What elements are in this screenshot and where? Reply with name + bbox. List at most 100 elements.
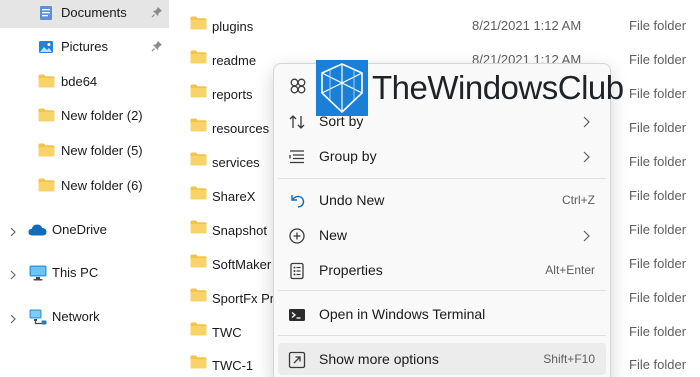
pictures-icon (38, 39, 54, 58)
file-date: 8/21/2021 1:12 AM (472, 18, 582, 33)
chevron-right-icon[interactable] (9, 268, 17, 283)
view-options-icon[interactable] (286, 74, 310, 98)
file-type: File folder (629, 18, 687, 33)
nav-item-label: New folder (6) (61, 178, 143, 193)
nav-item-this-pc[interactable]: This PC (0, 258, 169, 288)
nav-item-label: This PC (52, 265, 99, 280)
file-name: services (212, 155, 260, 170)
nav-item-label: Documents (61, 5, 127, 20)
file-name: ShareX (212, 189, 256, 204)
file-type: File folder (629, 357, 687, 372)
menu-item-shortcut: Shift+F10 (543, 352, 595, 366)
properties-icon (288, 262, 306, 280)
folder-icon (38, 143, 55, 160)
group-by-icon (288, 148, 306, 166)
sort-icon (288, 113, 306, 131)
nav-item-label: Network (52, 309, 100, 324)
menu-separator (278, 335, 606, 336)
nav-item-bde64[interactable]: bde64 (0, 67, 169, 97)
terminal-icon (288, 306, 306, 324)
chevron-right-icon[interactable] (9, 312, 17, 327)
file-type: File folder (629, 52, 687, 67)
chevron-right-icon (582, 229, 590, 245)
file-name: plugins (212, 19, 254, 34)
folder-icon (38, 108, 55, 125)
nav-item-label: New folder (2) (61, 108, 143, 123)
menu-item-label: Open in Windows Terminal (319, 306, 486, 322)
thewindowsclub-logo-icon (316, 60, 368, 121)
nav-item-label: bde64 (61, 74, 98, 89)
nav-item-label: New folder (5) (61, 143, 143, 158)
this-pc-icon (29, 265, 47, 284)
menu-item-label: Group by (319, 148, 377, 164)
menu-item-properties[interactable]: Properties Alt+Enter (278, 254, 606, 286)
menu-item-new[interactable]: New (278, 219, 606, 251)
menu-item-label: Show more options (319, 351, 439, 367)
nav-item-new-folder-5[interactable]: New folder (5) (0, 136, 169, 166)
file-name: resources (212, 121, 270, 136)
menu-item-open-in-windows-terminal[interactable]: Open in Windows Terminal (278, 298, 606, 330)
file-name: SoftMaker (212, 257, 272, 272)
menu-item-label: Undo New (319, 192, 385, 208)
onedrive-icon (28, 223, 47, 239)
navigation-pane: Documents Pictures bde64 New folder (2) … (0, 0, 169, 377)
folder-icon (190, 288, 207, 305)
watermark-text: TheWindowsClub (372, 69, 624, 106)
file-type: File folder (629, 120, 687, 135)
file-type: File folder (629, 256, 687, 271)
file-type: File folder (629, 154, 687, 169)
file-type: File folder (629, 188, 687, 203)
folder-icon (190, 254, 207, 271)
folder-icon (190, 84, 207, 101)
show-more-options-icon (288, 351, 306, 369)
folder-icon (190, 322, 207, 339)
file-row[interactable]: plugins 8/21/2021 1:12 AM File folder (169, 4, 700, 38)
pin-icon[interactable] (151, 40, 163, 55)
menu-item-label: Properties (319, 262, 383, 278)
file-name: Snapshot (212, 223, 267, 238)
nav-item-documents[interactable]: Documents (0, 0, 169, 28)
chevron-right-icon[interactable] (9, 225, 17, 240)
watermark: TheWindowsClub (316, 60, 626, 116)
menu-item-label: New (319, 227, 348, 243)
nav-item-label: Pictures (61, 39, 108, 54)
folder-icon (38, 74, 55, 91)
menu-separator (278, 290, 606, 291)
nav-item-network[interactable]: Network (0, 302, 169, 332)
file-name: reports (212, 87, 253, 102)
nav-item-label: OneDrive (52, 222, 107, 237)
folder-icon (190, 50, 207, 67)
nav-item-pictures[interactable]: Pictures (0, 32, 169, 62)
network-icon (29, 309, 47, 328)
folder-icon (190, 186, 207, 203)
file-type: File folder (629, 324, 687, 339)
menu-item-shortcut: Ctrl+Z (562, 193, 595, 207)
file-name: readme (212, 53, 257, 68)
folder-icon (190, 220, 207, 237)
pin-icon[interactable] (151, 6, 163, 21)
nav-item-new-folder-2[interactable]: New folder (2) (0, 101, 169, 131)
chevron-right-icon (582, 150, 590, 166)
file-name: SportFx Pr (212, 291, 275, 306)
new-icon (288, 227, 306, 245)
file-type: File folder (629, 86, 687, 101)
undo-icon (288, 192, 306, 210)
folder-icon (190, 16, 207, 33)
file-type: File folder (629, 222, 687, 237)
menu-item-undo-new[interactable]: Undo New Ctrl+Z (278, 184, 606, 216)
documents-icon (38, 5, 54, 24)
file-name: TWC-1 (212, 358, 254, 373)
folder-icon (190, 355, 207, 372)
nav-item-new-folder-6[interactable]: New folder (6) (0, 171, 169, 201)
folder-icon (190, 152, 207, 169)
menu-separator (278, 178, 606, 179)
file-type: File folder (629, 290, 687, 305)
folder-icon (190, 118, 207, 135)
chevron-right-icon (582, 115, 590, 131)
menu-item-shortcut: Alt+Enter (545, 263, 595, 277)
file-name: TWC (212, 325, 242, 340)
menu-item-group-by[interactable]: Group by (278, 140, 606, 172)
folder-icon (38, 178, 55, 195)
menu-item-show-more-options[interactable]: Show more options Shift+F10 (278, 343, 606, 375)
nav-item-onedrive[interactable]: OneDrive (0, 215, 169, 245)
